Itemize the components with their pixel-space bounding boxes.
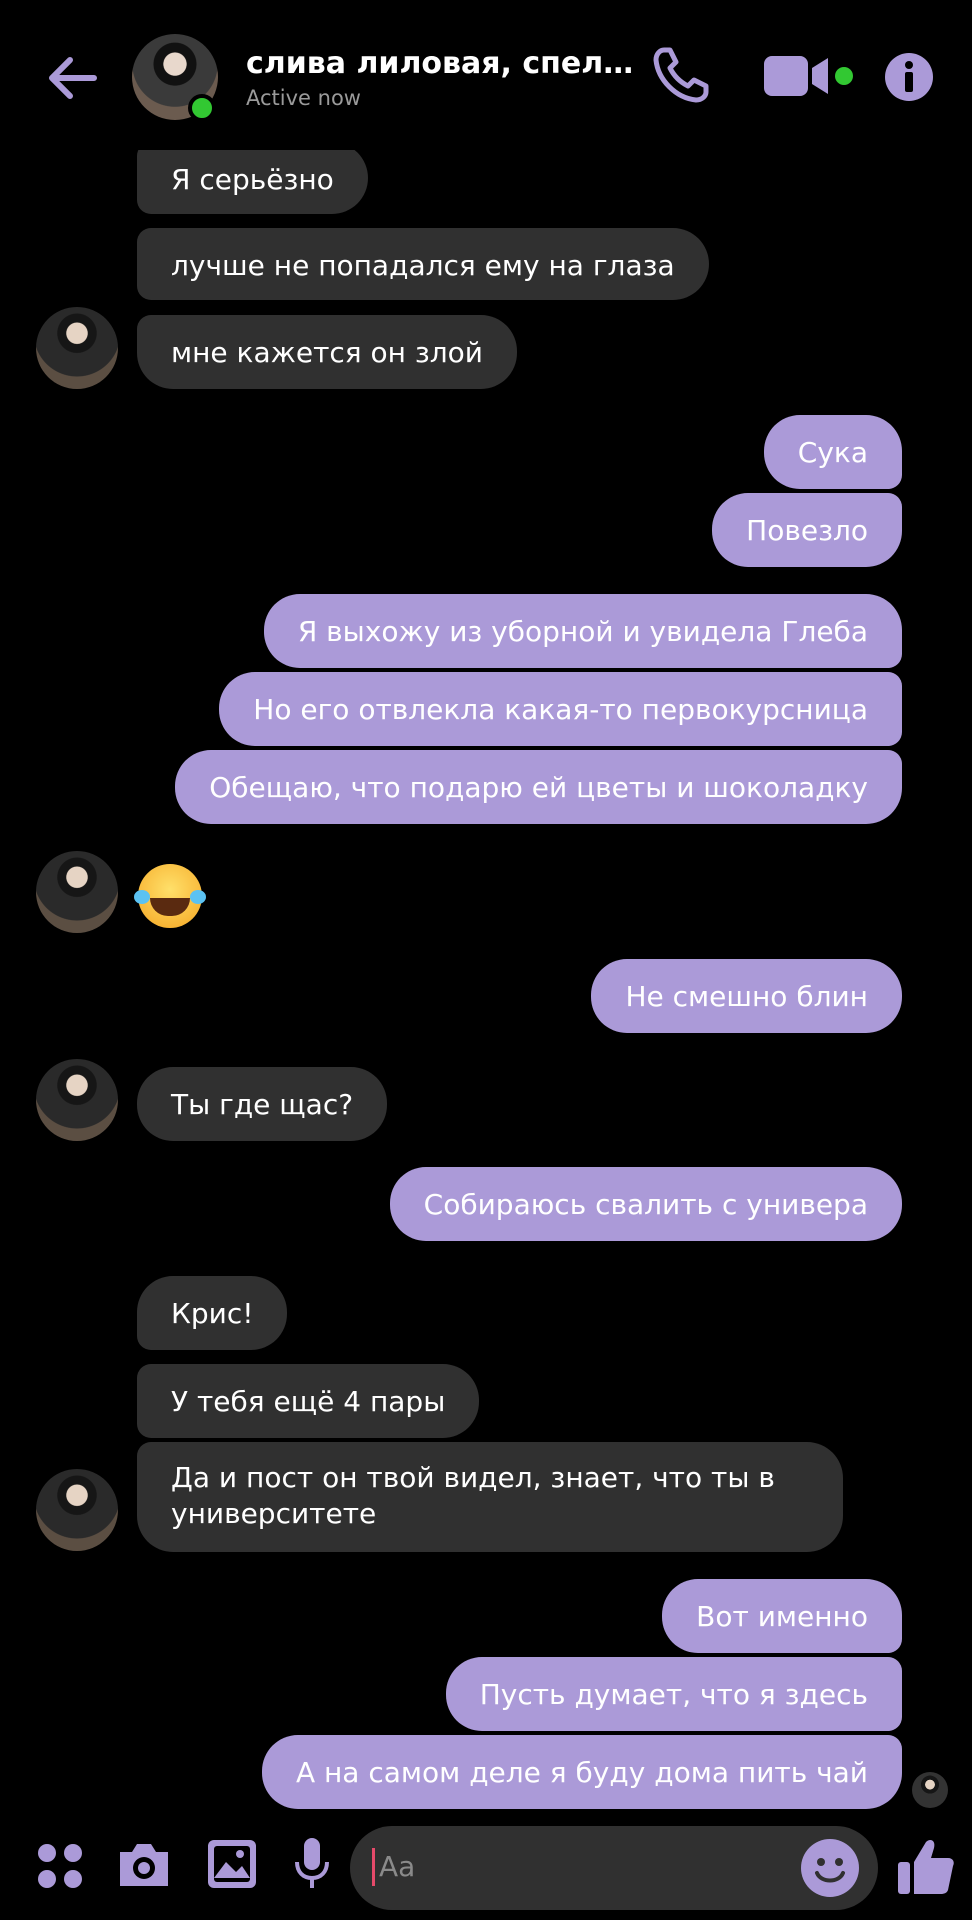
message-bubble-incoming[interactable]: Я серьёзно	[137, 142, 368, 214]
message-bubble-incoming[interactable]: Ты где щас?	[137, 1067, 388, 1141]
chat-header: слива лиловая, спелая, с... Active now	[0, 0, 972, 150]
video-camera-icon[interactable]	[764, 54, 858, 98]
message-bubble-outgoing[interactable]: Собираюсь свалить с универа	[389, 1167, 902, 1241]
message-bubble-outgoing[interactable]: Не смешно блин	[591, 959, 902, 1033]
message-bubble-outgoing[interactable]: Вот именно	[662, 1579, 902, 1653]
online-indicator	[188, 94, 216, 122]
message-bubble-outgoing[interactable]: Но его отвлекла какая-то первокурсница	[219, 672, 902, 746]
message-bubble-outgoing[interactable]: Сука	[763, 415, 902, 489]
message-bubble-outgoing[interactable]: А на самом деле я буду дома пить чай	[261, 1735, 902, 1809]
microphone-icon[interactable]	[294, 1836, 330, 1892]
message-bubble-outgoing[interactable]: Я выхожу из уборной и увидела Глеба	[263, 594, 902, 668]
contact-status: Active now	[246, 86, 361, 110]
apps-icon[interactable]	[36, 1842, 84, 1890]
message-bubble-incoming[interactable]: Да и пост он твой видел, знает, что ты в…	[137, 1442, 843, 1552]
gallery-icon[interactable]	[206, 1838, 258, 1890]
message-bubble-incoming[interactable]: Крис!	[137, 1276, 288, 1350]
sender-avatar[interactable]	[36, 1059, 118, 1141]
message-input-placeholder[interactable]: Aa	[372, 1848, 415, 1886]
sender-avatar[interactable]	[36, 851, 118, 933]
thumbs-up-icon[interactable]	[896, 1836, 956, 1898]
message-bubble-outgoing[interactable]: Пусть думает, что я здесь	[445, 1657, 902, 1731]
message-bubble-incoming[interactable]: У тебя ещё 4 пары	[137, 1364, 480, 1438]
contact-name[interactable]: слива лиловая, спелая, с...	[246, 46, 636, 81]
message-input[interactable]: Aa	[350, 1826, 878, 1910]
seen-receipt-avatar	[912, 1772, 948, 1808]
emoji-icon[interactable]	[800, 1838, 860, 1898]
sender-avatar[interactable]	[36, 1469, 118, 1551]
message-bubble-incoming[interactable]: мне кажется он злой	[137, 315, 517, 389]
message-bubble-outgoing[interactable]: Повезло	[712, 493, 902, 567]
laughing-tears-emoji[interactable]	[134, 864, 202, 928]
info-icon[interactable]	[884, 52, 934, 102]
camera-icon[interactable]	[116, 1838, 172, 1890]
phone-icon[interactable]	[650, 44, 712, 106]
message-bubble-incoming[interactable]: лучше не попадался ему на глаза	[137, 228, 709, 300]
back-arrow-icon[interactable]	[44, 50, 100, 106]
sender-avatar[interactable]	[36, 307, 118, 389]
message-bubble-outgoing[interactable]: Обещаю, что подарю ей цветы и шоколадку	[175, 750, 902, 824]
